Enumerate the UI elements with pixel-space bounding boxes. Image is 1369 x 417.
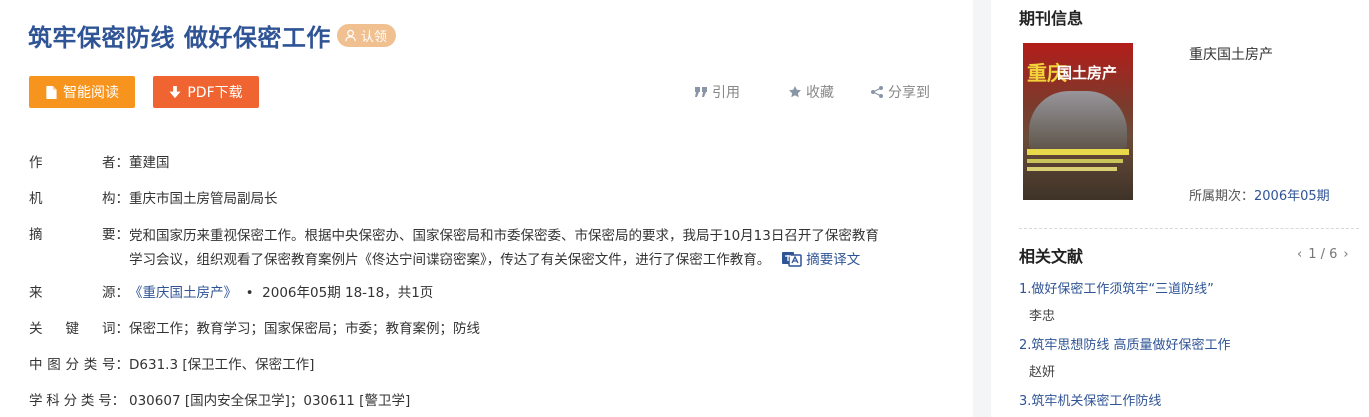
abstract-label: 摘要： <box>29 227 129 243</box>
cover-banner-graphic <box>1027 149 1129 155</box>
related-section-title: 相关文献 <box>1019 247 1084 266</box>
org-row: 机构： 重庆市国土房管局副局长 <box>29 188 929 210</box>
favorite-label: 收藏 <box>806 85 834 101</box>
share-icon <box>871 86 883 98</box>
cover-title-mark: 国土房产 <box>1057 64 1118 82</box>
subject-value: 030607 [国内安全保卫学]；030611 [警卫学] <box>129 393 411 409</box>
related-item-title[interactable]: 1.做好保密工作须筑牢“三道防线” <box>1019 278 1214 297</box>
smart-read-button[interactable]: 智能阅读 <box>29 76 135 108</box>
section-divider <box>1019 228 1359 229</box>
source-value: 《重庆国土房产》 • 2006年05期 18-18，共1页 <box>129 282 929 304</box>
source-separator: • <box>245 285 254 301</box>
issue-label: 所属期次： <box>1189 189 1255 204</box>
source-detail: 2006年05期 18-18，共1页 <box>262 285 434 301</box>
chevron-left-icon[interactable]: ‹ <box>1297 247 1302 262</box>
subject-label: 学科分类号： <box>29 393 126 409</box>
star-icon <box>789 86 801 98</box>
user-claim-icon <box>345 29 356 42</box>
author-row: 作者： 董建国 <box>29 152 929 174</box>
abstract-translate-link[interactable]: 摘要译文 <box>782 252 860 268</box>
article-title: 筑牢保密防线 做好保密工作 <box>28 24 331 52</box>
share-button[interactable]: 分享到 <box>871 82 930 102</box>
pdf-download-label: PDF下载 <box>187 85 243 101</box>
abstract-row: 摘要： 党和国家历来重视保密工作。根据中央保密办、国家保密局和市委保密委、市保密… <box>29 224 929 272</box>
favorite-button[interactable]: 收藏 <box>789 82 834 102</box>
issue-link[interactable]: 2006年05期 <box>1254 189 1330 204</box>
download-arrow-icon <box>169 85 181 98</box>
cite-button[interactable]: 引用 <box>695 82 740 102</box>
claim-label: 认领 <box>360 30 387 45</box>
org-label: 机构： <box>29 191 129 207</box>
journal-issue: 所属期次：2006年05期 <box>1189 185 1330 204</box>
keywords-row: 关键词： 保密工作；教育学习；国家保密局；市委；教育案例；防线 <box>29 318 929 340</box>
related-item: 3.筑牢机关保密工作防线 <box>1019 390 1161 409</box>
journal-cover-image[interactable]: 重庆 国土房产 <box>1023 43 1133 200</box>
cite-label: 引用 <box>712 85 740 101</box>
related-item-title[interactable]: 2.筑牢思想防线 高质量做好保密工作 <box>1019 334 1231 353</box>
source-label: 来源： <box>29 285 129 301</box>
share-label: 分享到 <box>888 85 930 101</box>
abstract-text: 党和国家历来重视保密工作。根据中央保密办、国家保密局和市委保密委、市保密局的要求… <box>129 224 929 272</box>
related-item: 2.筑牢思想防线 高质量做好保密工作 赵妍 <box>1019 334 1231 380</box>
cover-line-graphic <box>1027 159 1123 163</box>
author-label: 作者： <box>29 155 129 171</box>
chevron-right-icon[interactable]: › <box>1343 247 1348 262</box>
document-icon <box>46 85 57 99</box>
article-main-panel: 筑牢保密防线 做好保密工作 认领 智能阅读 PDF下载 引用 收藏 分享到 作者… <box>0 0 973 417</box>
article-metadata: 作者： 董建国 机构： 重庆市国土房管局副局长 摘要： 党和国家历来重视保密工作… <box>29 152 929 417</box>
claim-badge[interactable]: 认领 <box>336 24 396 47</box>
journal-name-link[interactable]: 重庆国土房产 <box>1189 44 1273 64</box>
keywords-value[interactable]: 保密工作；教育学习；国家保密局；市委；教育案例；防线 <box>129 318 929 340</box>
source-row: 来源： 《重庆国土房产》 • 2006年05期 18-18，共1页 <box>29 282 929 304</box>
pager-text: 1 / 6 <box>1308 247 1338 262</box>
source-journal-link[interactable]: 《重庆国土房产》 <box>129 285 237 301</box>
clc-value: D631.3 [保卫工作、保密工作] <box>129 357 315 373</box>
keywords-label: 关键词： <box>29 321 129 337</box>
related-pager: ‹ 1 / 6 › <box>1297 247 1349 262</box>
clc-row: 中图分类号： D631.3 [保卫工作、保密工作] <box>29 354 929 376</box>
subject-row: 学科分类号： 030607 [国内安全保卫学]；030611 [警卫学] <box>29 390 929 412</box>
abstract-line-2: 学习会议，组织观看了保密教育案例片《佟达宁间谍窃密案》，传达了有关保密文件，进行… <box>129 252 861 268</box>
related-item: 1.做好保密工作须筑牢“三道防线” 李忠 <box>1019 278 1214 324</box>
quote-icon <box>695 87 707 97</box>
cover-building-graphic <box>1029 91 1127 149</box>
pdf-download-button[interactable]: PDF下载 <box>153 76 259 108</box>
author-value[interactable]: 董建国 <box>129 152 929 174</box>
abstract-line-1: 党和国家历来重视保密工作。根据中央保密办、国家保密局和市委保密委、市保密局的要求… <box>129 228 879 244</box>
smart-read-label: 智能阅读 <box>63 85 119 101</box>
cover-line-graphic <box>1027 167 1117 171</box>
related-item-title[interactable]: 3.筑牢机关保密工作防线 <box>1019 390 1161 409</box>
org-value: 重庆市国土房管局副局长 <box>129 191 278 207</box>
translate-icon <box>782 252 802 267</box>
clc-label: 中图分类号： <box>29 357 129 373</box>
title-row: 筑牢保密防线 做好保密工作 认领 <box>28 18 396 53</box>
related-item-author: 赵妍 <box>1029 365 1056 380</box>
related-item-author: 李忠 <box>1029 309 1056 324</box>
journal-section-title: 期刊信息 <box>1019 9 1084 28</box>
